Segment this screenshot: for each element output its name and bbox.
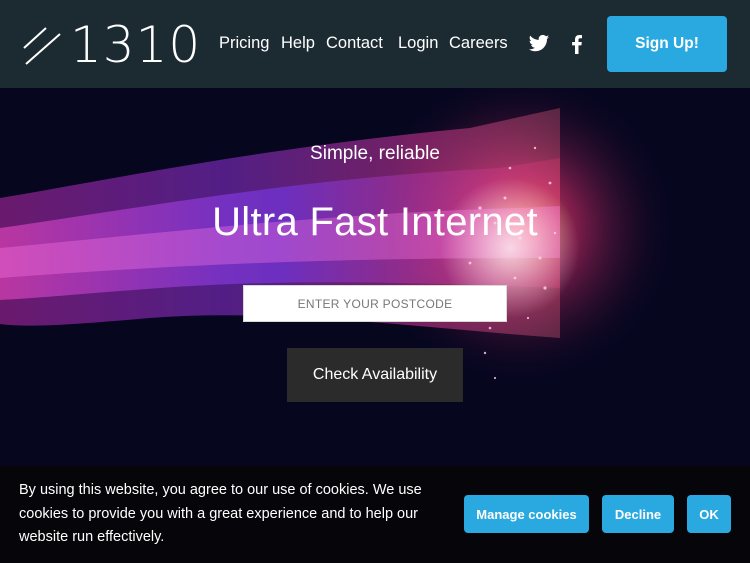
hero-subtitle: Simple, reliable: [310, 143, 440, 164]
logo[interactable]: 1310: [22, 16, 200, 74]
logo-text: 1310: [70, 16, 202, 74]
sign-up-button[interactable]: Sign Up!: [607, 16, 727, 72]
nav-help[interactable]: Help: [281, 33, 315, 53]
facebook-icon[interactable]: [566, 34, 588, 54]
hero-section: Simple, reliable Ultra Fast Internet Che…: [0, 88, 750, 466]
manage-cookies-button[interactable]: Manage cookies: [464, 495, 589, 533]
cookie-banner: By using this website, you agree to our …: [0, 466, 750, 563]
logo-slash-icon: [23, 27, 61, 65]
cookie-message: By using this website, you agree to our …: [19, 482, 422, 545]
nav-contact[interactable]: Contact: [326, 33, 383, 53]
twitter-icon[interactable]: [528, 34, 550, 54]
hero-title: Ultra Fast Internet: [212, 200, 538, 244]
nav-pricing[interactable]: Pricing: [219, 33, 269, 53]
decline-button[interactable]: Decline: [602, 495, 674, 533]
site-header: 1310 Pricing Help Contact Login Careers …: [0, 0, 750, 88]
nav-careers[interactable]: Careers: [449, 33, 508, 53]
check-availability-button[interactable]: Check Availability: [287, 348, 463, 402]
ok-button[interactable]: OK: [687, 495, 731, 533]
nav-login[interactable]: Login: [398, 33, 438, 53]
postcode-input[interactable]: [243, 285, 507, 322]
